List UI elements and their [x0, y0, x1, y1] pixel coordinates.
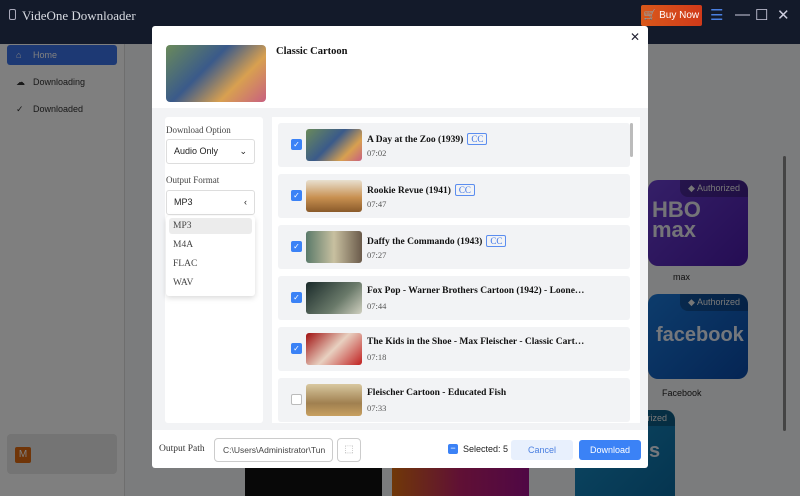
- video-checkbox[interactable]: ✓: [291, 139, 302, 150]
- dialog-footer: Output Path C:\Users\Administrator\Tun ⬚…: [152, 430, 648, 468]
- video-list-item[interactable]: ✓ Fox Pop - Warner Brothers Cartoon (194…: [278, 276, 630, 320]
- cc-badge: CC: [454, 184, 475, 196]
- app-logo-icon: [9, 9, 16, 20]
- video-checkbox[interactable]: ✓: [291, 190, 302, 201]
- video-title: Fox Pop - Warner Brothers Cartoon (1942)…: [367, 286, 584, 296]
- video-thumbnail: [306, 333, 362, 365]
- list-scrollbar[interactable]: [630, 123, 633, 157]
- select-value: Audio Only: [174, 146, 219, 156]
- app-title: VideOne Downloader: [22, 8, 136, 23]
- download-dialog: ✕ Classic Cartoon Download Option Audio …: [152, 26, 648, 468]
- video-title-text: Rookie Revue (1941): [367, 186, 451, 196]
- chevron-down-icon: ⌄: [239, 146, 247, 156]
- cc-badge: CC: [486, 235, 507, 247]
- menu-icon[interactable]: ☰: [710, 6, 723, 24]
- cc-badge: CC: [467, 133, 488, 145]
- video-list-item[interactable]: ✓ The Kids in the Shoe - Max Fleischer -…: [278, 327, 630, 371]
- playlist-title: Classic Cartoon: [276, 46, 348, 57]
- select-all-checkbox[interactable]: −: [448, 444, 458, 454]
- video-duration: 07:33: [367, 403, 387, 413]
- video-checkbox[interactable]: [291, 394, 302, 405]
- download-option-select[interactable]: Audio Only ⌄: [166, 139, 255, 164]
- video-title-text: The Kids in the Shoe - Max Fleischer - C…: [367, 337, 585, 347]
- video-checkbox[interactable]: ✓: [291, 241, 302, 252]
- select-value: MP3: [174, 197, 193, 207]
- format-option-mp3[interactable]: MP3: [169, 218, 252, 234]
- buy-now-button[interactable]: 🛒 Buy Now: [641, 5, 702, 26]
- output-format-select[interactable]: MP3 ‹: [166, 190, 255, 215]
- download-option-label: Download Option: [166, 125, 231, 135]
- video-list-item[interactable]: ✓ A Day at the Zoo (1939) CC 07:02: [278, 123, 630, 167]
- minimize-icon[interactable]: —: [735, 6, 750, 23]
- video-list: Fleischer Cartoon - Educated Fish 07:33 ✓…: [272, 117, 640, 423]
- video-duration: 07:47: [367, 199, 387, 209]
- format-option-wav[interactable]: WAV: [169, 275, 252, 291]
- video-thumbnail: [306, 180, 362, 212]
- format-option-flac[interactable]: FLAC: [169, 256, 252, 272]
- video-duration: 07:18: [367, 352, 387, 362]
- chevron-left-icon: ‹: [244, 197, 247, 207]
- video-thumbnail: [306, 231, 362, 263]
- video-title-text: Fox Pop - Warner Brothers Cartoon (1942)…: [367, 286, 585, 296]
- dialog-body: Download Option Audio Only ⌄ Output Forma…: [152, 108, 648, 430]
- buy-now-label: Buy Now: [659, 10, 700, 21]
- video-title: A Day at the Zoo (1939) CC: [367, 133, 488, 145]
- close-window-icon[interactable]: ✕: [777, 6, 790, 24]
- video-checkbox[interactable]: ✓: [291, 343, 302, 354]
- video-list-item[interactable]: ✓ Rookie Revue (1941) CC 07:47: [278, 174, 630, 218]
- video-thumbnail: [306, 129, 362, 161]
- video-title: Fleischer Cartoon - Educated Fish: [367, 388, 506, 398]
- cursor-icon: ⬚: [344, 444, 354, 455]
- output-format-label: Output Format: [166, 175, 220, 185]
- video-title-text: A Day at the Zoo (1939): [367, 135, 464, 145]
- video-title-text: Fleischer Cartoon - Educated Fish: [367, 388, 507, 398]
- video-title: The Kids in the Shoe - Max Fleischer - C…: [367, 337, 584, 347]
- close-icon[interactable]: ✕: [630, 30, 640, 44]
- video-thumbnail: [306, 282, 362, 314]
- options-panel: Download Option Audio Only ⌄ Output Forma…: [165, 117, 263, 423]
- playlist-thumbnail: [166, 45, 266, 102]
- video-duration: 07:02: [367, 148, 387, 158]
- selected-count: Selected: 5: [463, 444, 509, 454]
- video-duration: 07:27: [367, 250, 387, 260]
- output-path-input[interactable]: C:\Users\Administrator\Tun: [214, 438, 333, 462]
- format-option-m4a[interactable]: M4A: [169, 237, 252, 253]
- video-thumbnail: [306, 384, 362, 416]
- video-title: Daffy the Commando (1943) CC: [367, 235, 507, 247]
- video-duration: 07:44: [367, 301, 387, 311]
- download-button[interactable]: Download: [579, 440, 641, 460]
- maximize-icon[interactable]: ☐: [755, 6, 768, 24]
- video-list-item[interactable]: ✓ Daffy the Commando (1943) CC 07:27: [278, 225, 630, 269]
- video-title: Rookie Revue (1941) CC: [367, 184, 475, 196]
- cancel-button[interactable]: Cancel: [511, 440, 573, 460]
- video-list-item[interactable]: Fleischer Cartoon - Educated Fish 07:33: [278, 378, 630, 422]
- format-dropdown-menu: MP3 M4A FLAC WAV: [166, 216, 255, 296]
- video-checkbox[interactable]: ✓: [291, 292, 302, 303]
- video-title-text: Daffy the Commando (1943): [367, 237, 483, 247]
- output-path-label: Output Path: [159, 444, 205, 454]
- browse-folder-button[interactable]: ⬚: [337, 438, 361, 462]
